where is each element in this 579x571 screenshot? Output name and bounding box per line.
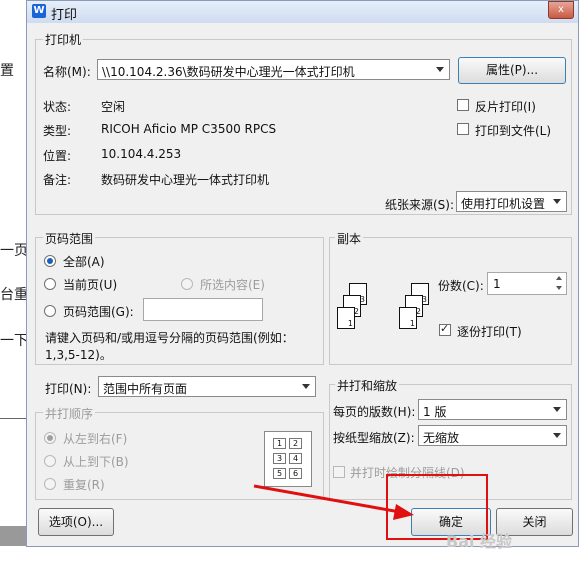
range-pages-label: 页码范围(G): xyxy=(63,305,134,319)
grid-cell: 3 xyxy=(273,453,286,464)
chevron-down-icon xyxy=(302,384,310,389)
doc-text-fragment: 一下 xyxy=(0,333,28,349)
status-value: 空闲 xyxy=(101,100,126,114)
comment-label: 备注: xyxy=(43,173,72,187)
draw-divider-checkbox[interactable] xyxy=(333,466,345,478)
page-range-hint: 请键入页码和/或用逗号分隔的页码范围(例如： xyxy=(45,331,294,345)
order-top-bottom-label: 从上到下(B) xyxy=(63,455,129,469)
doc-status-strip xyxy=(0,526,26,546)
spin-down-icon[interactable] xyxy=(554,284,565,293)
range-selection-label: 所选内容(E) xyxy=(200,278,265,292)
range-all-label: 全部(A) xyxy=(63,255,105,269)
order-repeat-radio[interactable] xyxy=(44,478,56,490)
print-to-file-label: 打印到文件(L) xyxy=(475,124,552,138)
order-repeat-label: 重复(R) xyxy=(63,478,105,492)
chevron-down-icon xyxy=(436,67,444,72)
pages-per-sheet-value: 1 版 xyxy=(423,405,447,419)
type-value: RICOH Aficio MP C3500 RPCS xyxy=(101,122,277,136)
options-button[interactable]: 选项(O)... xyxy=(38,508,114,536)
scale-value: 无缩放 xyxy=(423,431,460,445)
grid-cell: 4 xyxy=(289,453,302,464)
paper-source-select[interactable]: 使用打印机设置 xyxy=(456,191,567,212)
order-top-bottom-radio[interactable] xyxy=(44,455,56,467)
page-range-input[interactable] xyxy=(143,298,263,321)
page-range-group-label: 页码范围 xyxy=(43,230,96,247)
printer-name-value: \\10.104.2.36\数码研发中心理光一体式打印机 xyxy=(102,65,355,79)
collate-checkbox[interactable] xyxy=(439,322,451,336)
scale-label: 按纸型缩放(Z): xyxy=(333,431,415,445)
copies-count-value: 1 xyxy=(493,277,501,291)
location-label: 位置: xyxy=(43,149,72,163)
doc-text-fragment: 台重 xyxy=(0,287,28,303)
range-current-label: 当前页(U) xyxy=(63,278,118,292)
order-left-right-radio[interactable] xyxy=(44,432,56,444)
scale-select[interactable]: 无缩放 xyxy=(418,425,567,446)
doc-text-fragment: 置 xyxy=(0,63,14,79)
status-label: 状态: xyxy=(43,100,72,114)
print-dialog: W 打印 x 打印机 名称(M): \\10.104.2.36\数码研发中心理光… xyxy=(26,0,579,547)
printer-name-select[interactable]: \\10.104.2.36\数码研发中心理光一体式打印机 xyxy=(97,59,450,80)
pages-per-sheet-select[interactable]: 1 版 xyxy=(418,399,567,420)
pages-per-sheet-label: 每页的版数(H): xyxy=(333,405,416,419)
wps-app-icon: W xyxy=(32,4,46,18)
title-bar[interactable]: W 打印 x xyxy=(27,1,578,23)
watermark: Bai 经验 xyxy=(446,532,513,551)
print-what-select[interactable]: 范围中所有页面 xyxy=(98,376,316,397)
range-current-radio[interactable] xyxy=(44,278,56,290)
collate-label: 逐份打印(T) xyxy=(457,325,522,339)
copies-count-label: 份数(C): xyxy=(438,279,484,293)
location-value: 10.104.4.253 xyxy=(101,147,182,161)
printer-group-label: 打印机 xyxy=(43,31,84,48)
doc-text-fragment: 一页 xyxy=(0,243,28,259)
order-left-right-label: 从左到右(F) xyxy=(63,432,128,446)
doc-rule xyxy=(0,418,26,419)
grid-cell: 1 xyxy=(273,438,286,449)
print-what-value: 范围中所有页面 xyxy=(103,382,188,396)
copies-group-label: 副本 xyxy=(335,230,364,247)
arrow-icon xyxy=(253,484,414,520)
grid-cell: 2 xyxy=(289,438,302,449)
merge-order-group-label: 并打顺序 xyxy=(43,405,96,422)
printer-name-label: 名称(M): xyxy=(43,65,91,79)
page-range-hint-2: 1,3,5-12)。 xyxy=(45,348,112,362)
range-all-radio[interactable] xyxy=(44,255,56,267)
chevron-down-icon xyxy=(553,407,561,412)
chevron-down-icon xyxy=(553,199,561,204)
reverse-print-label: 反片打印(I) xyxy=(475,100,536,114)
copies-count-input[interactable]: 1 xyxy=(487,272,567,295)
close-icon[interactable]: x xyxy=(548,1,574,19)
zoom-group-label: 并打和缩放 xyxy=(335,377,400,394)
spin-up-icon[interactable] xyxy=(554,274,565,283)
paper-source-label: 纸张来源(S): xyxy=(385,198,455,212)
reverse-print-checkbox[interactable] xyxy=(457,99,469,111)
comment-value: 数码研发中心理光一体式打印机 xyxy=(101,173,270,187)
print-what-label: 打印(N): xyxy=(45,382,92,396)
range-pages-radio[interactable] xyxy=(44,305,56,317)
properties-button[interactable]: 属性(P)... xyxy=(458,57,566,84)
range-selection-radio[interactable] xyxy=(181,278,193,290)
print-to-file-checkbox[interactable] xyxy=(457,123,469,135)
chevron-down-icon xyxy=(553,433,561,438)
paper-source-value: 使用打印机设置 xyxy=(461,197,546,211)
dialog-title: 打印 xyxy=(51,8,78,23)
type-label: 类型: xyxy=(43,124,72,138)
